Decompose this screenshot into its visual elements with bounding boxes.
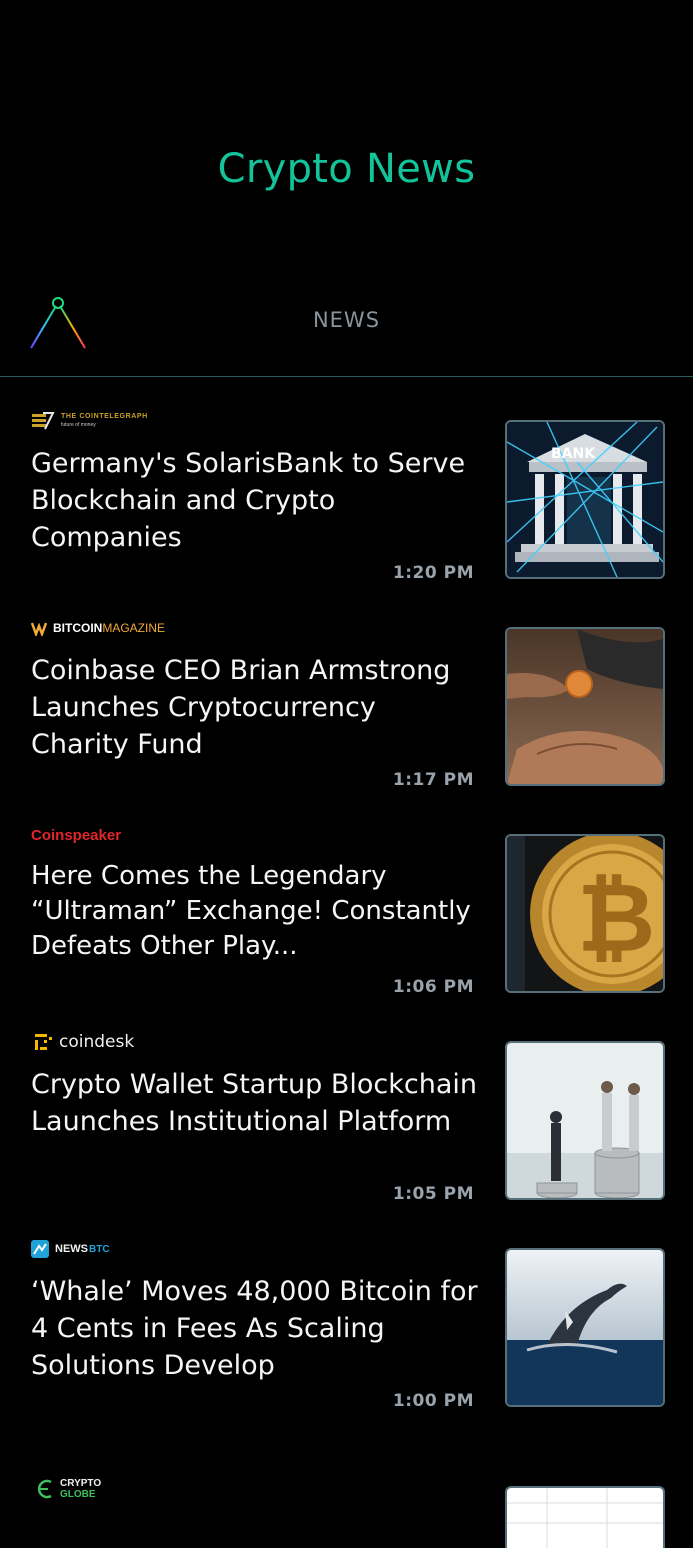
- source-name-b: GLOBE: [60, 1489, 96, 1500]
- bitcoin-symbol-icon: ₿: [577, 862, 655, 974]
- news-item[interactable]: NEWS BTC ‘Whale’ Moves 48,000 Bitcoin for…: [0, 1235, 693, 1442]
- source-coindesk: coindesk: [31, 1030, 134, 1054]
- thumbnail-whale-image[interactable]: [505, 1248, 665, 1407]
- tab-news[interactable]: NEWS: [0, 308, 693, 332]
- source-coinspeaker: Coinspeaker: [31, 823, 121, 847]
- timestamp: 1:06 PM: [392, 977, 474, 997]
- news-item[interactable]: Coinspeaker Here Comes the Legendary “Ul…: [0, 821, 693, 1028]
- timestamp: 1:17 PM: [392, 770, 474, 790]
- app-title: Crypto News: [217, 146, 476, 192]
- source-name-a: CRYPTO: [60, 1478, 102, 1489]
- thumbnail-businessmen-coins-image[interactable]: [505, 1041, 665, 1200]
- bitcoin-magazine-logo-icon: [31, 622, 47, 636]
- timestamp: 1:20 PM: [392, 563, 474, 583]
- headline[interactable]: Crypto Wallet Startup Blockchain Launche…: [31, 1066, 481, 1140]
- cointelegraph-logo-icon: [32, 412, 55, 430]
- source-cryptoglobe: CRYPTO GLOBE: [38, 1477, 101, 1501]
- coindesk-logo-icon: [35, 1034, 52, 1050]
- news-item[interactable]: THE COINTELEGRAPH future of money German…: [0, 407, 693, 614]
- timestamp: 1:05 PM: [392, 1184, 474, 1204]
- newsbtc-logo-icon: [31, 1240, 49, 1258]
- thumbnail-coin-hands-image[interactable]: [505, 627, 665, 786]
- source-bitcoin-magazine: BITCOIN MAGAZINE: [31, 616, 165, 640]
- source-name-b: BTC: [89, 1243, 110, 1255]
- news-item[interactable]: CRYPTO GLOBE: [0, 1442, 693, 1548]
- cryptoglobe-logo-icon: [38, 1479, 52, 1499]
- news-item[interactable]: BITCOIN MAGAZINE Coinbase CEO Brian Armst…: [0, 614, 693, 821]
- source-name-b: MAGAZINE: [102, 621, 166, 635]
- source-name: Coinspeaker: [31, 826, 122, 844]
- headline[interactable]: Coinbase CEO Brian Armstrong Launches Cr…: [31, 652, 481, 763]
- nav-divider: [0, 376, 693, 377]
- source-cointelegraph: THE COINTELEGRAPH future of money: [31, 409, 148, 433]
- source-newsbtc: NEWS BTC: [31, 1237, 110, 1261]
- source-name: THE COINTELEGRAPH: [61, 413, 148, 420]
- bank-sign: BANK: [551, 446, 596, 462]
- thumbnail-bank-image[interactable]: BANK: [505, 420, 665, 579]
- headline[interactable]: Here Comes the Legendary “Ultraman” Exch…: [31, 859, 481, 964]
- timestamp: 1:00 PM: [392, 1391, 474, 1411]
- source-name-a: BITCOIN: [53, 621, 103, 635]
- top-nav: NEWS: [0, 290, 693, 376]
- source-tagline: future of money: [61, 422, 96, 428]
- source-name-a: NEWS: [55, 1243, 88, 1255]
- source-name: coindesk: [59, 1032, 135, 1052]
- news-item[interactable]: coindesk Crypto Wallet Startup Blockchai…: [0, 1028, 693, 1235]
- thumbnail-bitcoin-image[interactable]: ₿: [505, 834, 665, 993]
- headline[interactable]: ‘Whale’ Moves 48,000 Bitcoin for 4 Cents…: [31, 1273, 481, 1384]
- news-feed[interactable]: THE COINTELEGRAPH future of money German…: [0, 407, 693, 1548]
- thumbnail-chart-image[interactable]: [505, 1486, 665, 1548]
- headline[interactable]: Germany's SolarisBank to Serve Blockchai…: [31, 445, 481, 556]
